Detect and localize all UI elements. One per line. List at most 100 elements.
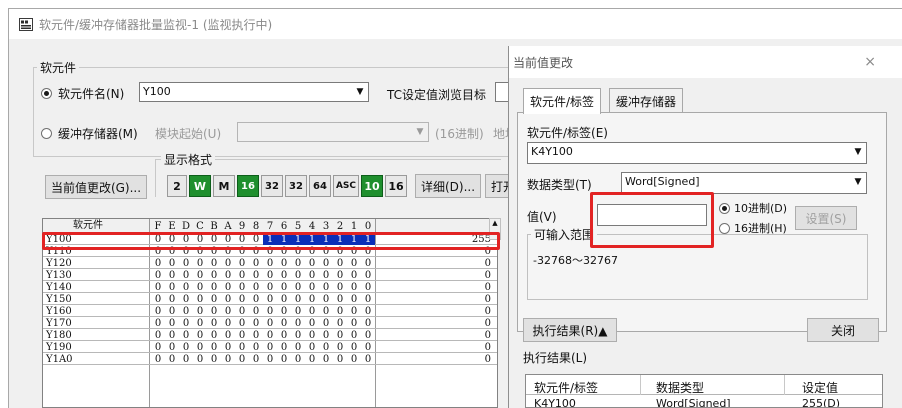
format-binary-button[interactable]: 2 — [167, 175, 187, 197]
bit-cell[interactable]: 0 — [235, 270, 249, 281]
bit-cell[interactable]: 0 — [361, 318, 375, 329]
bit-cell[interactable]: 0 — [361, 342, 375, 353]
bit-cell[interactable]: 0 — [249, 318, 263, 329]
format-ascii-button[interactable]: ASC — [333, 175, 359, 197]
bit-cell[interactable]: 0 — [179, 306, 193, 317]
bit-cell[interactable]: 0 — [347, 306, 361, 317]
bit-cell[interactable]: 0 — [305, 306, 319, 317]
bit-cell[interactable]: 0 — [249, 306, 263, 317]
close-icon[interactable]: × — [864, 54, 876, 70]
table-row[interactable]: Y140 0 0 0 0 0 0 0 0 0 0 0 0 0 0 0 0 0 — [43, 282, 497, 293]
bit-cell[interactable]: 0 — [347, 282, 361, 293]
bit-cell[interactable]: 0 — [151, 282, 165, 293]
bit-cell[interactable]: 0 — [291, 282, 305, 293]
bit-cell[interactable]: 0 — [291, 330, 305, 341]
bit-cell[interactable]: 0 — [333, 330, 347, 341]
bit-cell[interactable]: 0 — [165, 306, 179, 317]
bit-cell[interactable]: 0 — [165, 258, 179, 269]
bit-cell[interactable]: 0 — [235, 354, 249, 365]
bit-cell[interactable]: 0 — [319, 306, 333, 317]
bit-cell[interactable]: 0 — [361, 270, 375, 281]
device-name-radio[interactable]: 软元件名(N) — [41, 85, 124, 102]
bit-cell[interactable]: 0 — [333, 354, 347, 365]
bit-cell[interactable]: 0 — [221, 258, 235, 269]
chevron-down-icon[interactable]: ▼ — [412, 123, 428, 141]
bit-cell[interactable]: 0 — [235, 294, 249, 305]
bit-cell[interactable]: 0 — [193, 318, 207, 329]
bit-cell[interactable]: 0 — [207, 282, 221, 293]
bit-cell[interactable]: 0 — [151, 306, 165, 317]
bit-cell[interactable]: 0 — [319, 294, 333, 305]
bit-cell[interactable]: 0 — [151, 354, 165, 365]
bit-cell[interactable]: 0 — [193, 306, 207, 317]
bit-cell[interactable]: 0 — [165, 330, 179, 341]
bit-cell[interactable]: 0 — [235, 258, 249, 269]
bit-cell[interactable]: 0 — [207, 318, 221, 329]
chevron-down-icon[interactable]: ▼ — [352, 83, 368, 101]
bit-cell[interactable]: 0 — [277, 282, 291, 293]
format-64float-button[interactable]: 64 — [309, 175, 331, 197]
format-word-button[interactable]: W — [189, 175, 211, 197]
bit-cell[interactable]: 0 — [249, 270, 263, 281]
bit-cell[interactable]: 0 — [319, 282, 333, 293]
bit-cell[interactable]: 0 — [361, 306, 375, 317]
bit-cell[interactable]: 0 — [179, 354, 193, 365]
bit-cell[interactable]: 0 — [235, 318, 249, 329]
bit-cell[interactable]: 0 — [291, 318, 305, 329]
chevron-down-icon[interactable]: ▼ — [850, 173, 866, 191]
bit-cell[interactable]: 0 — [263, 318, 277, 329]
bit-cell[interactable]: 0 — [179, 318, 193, 329]
radio-decimal-dot[interactable] — [719, 202, 730, 214]
table-row[interactable]: Y190 0 0 0 0 0 0 0 0 0 0 0 0 0 0 0 0 0 — [43, 342, 497, 353]
buffer-radio-dot[interactable] — [41, 128, 52, 139]
bit-cell[interactable]: 0 — [235, 282, 249, 293]
bit-cell[interactable]: 0 — [277, 258, 291, 269]
bit-cell[interactable]: 0 — [193, 294, 207, 305]
bit-cell[interactable]: 0 — [249, 294, 263, 305]
bit-cell[interactable]: 0 — [179, 282, 193, 293]
bit-cell[interactable]: 0 — [165, 294, 179, 305]
bit-cell[interactable]: 0 — [319, 318, 333, 329]
bit-cell[interactable]: 0 — [235, 342, 249, 353]
bit-cell[interactable]: 0 — [207, 342, 221, 353]
bit-cell[interactable]: 0 — [305, 294, 319, 305]
buffer-radio[interactable]: 缓冲存储器(M) — [41, 125, 138, 142]
detail-button[interactable]: 详细(D)... — [415, 174, 481, 198]
format-hex-button[interactable]: 16 — [385, 175, 407, 197]
bit-cell[interactable]: 0 — [179, 294, 193, 305]
bit-cell[interactable]: 0 — [277, 342, 291, 353]
bit-cell[interactable]: 0 — [221, 270, 235, 281]
bit-cell[interactable]: 0 — [291, 294, 305, 305]
bit-cell[interactable]: 0 — [277, 306, 291, 317]
bit-cell[interactable]: 0 — [347, 342, 361, 353]
bit-cell[interactable]: 0 — [221, 330, 235, 341]
bit-cell[interactable]: 0 — [221, 306, 235, 317]
bit-cell[interactable]: 0 — [151, 270, 165, 281]
device-combo[interactable]: K4Y100 ▼ — [527, 142, 867, 164]
format-32bit-button[interactable]: 32 — [261, 175, 283, 197]
bit-cell[interactable]: 0 — [151, 342, 165, 353]
format-decimal-button[interactable]: 10 — [361, 175, 383, 197]
bit-cell[interactable]: 0 — [319, 270, 333, 281]
tab-device-label[interactable]: 软元件/标签 — [523, 88, 602, 114]
bit-cell[interactable]: 0 — [277, 294, 291, 305]
table-row[interactable]: Y180 0 0 0 0 0 0 0 0 0 0 0 0 0 0 0 0 0 — [43, 330, 497, 341]
bit-cell[interactable]: 0 — [263, 258, 277, 269]
bit-cell[interactable]: 0 — [151, 330, 165, 341]
bit-cell[interactable]: 0 — [179, 342, 193, 353]
bit-cell[interactable]: 0 — [361, 330, 375, 341]
bit-cell[interactable]: 0 — [347, 294, 361, 305]
bit-cell[interactable]: 0 — [305, 318, 319, 329]
bit-cell[interactable]: 0 — [193, 354, 207, 365]
data-type-combo[interactable]: Word[Signed] ▼ — [621, 172, 867, 194]
bit-cell[interactable]: 0 — [277, 354, 291, 365]
bit-cell[interactable]: 0 — [263, 306, 277, 317]
bit-cell[interactable]: 0 — [347, 258, 361, 269]
bit-cell[interactable]: 0 — [305, 330, 319, 341]
bit-cell[interactable]: 0 — [151, 318, 165, 329]
bit-cell[interactable]: 0 — [207, 294, 221, 305]
bit-cell[interactable]: 0 — [193, 342, 207, 353]
bit-cell[interactable]: 0 — [319, 342, 333, 353]
table-row[interactable]: Y150 0 0 0 0 0 0 0 0 0 0 0 0 0 0 0 0 0 — [43, 294, 497, 305]
bit-cell[interactable]: 0 — [347, 330, 361, 341]
